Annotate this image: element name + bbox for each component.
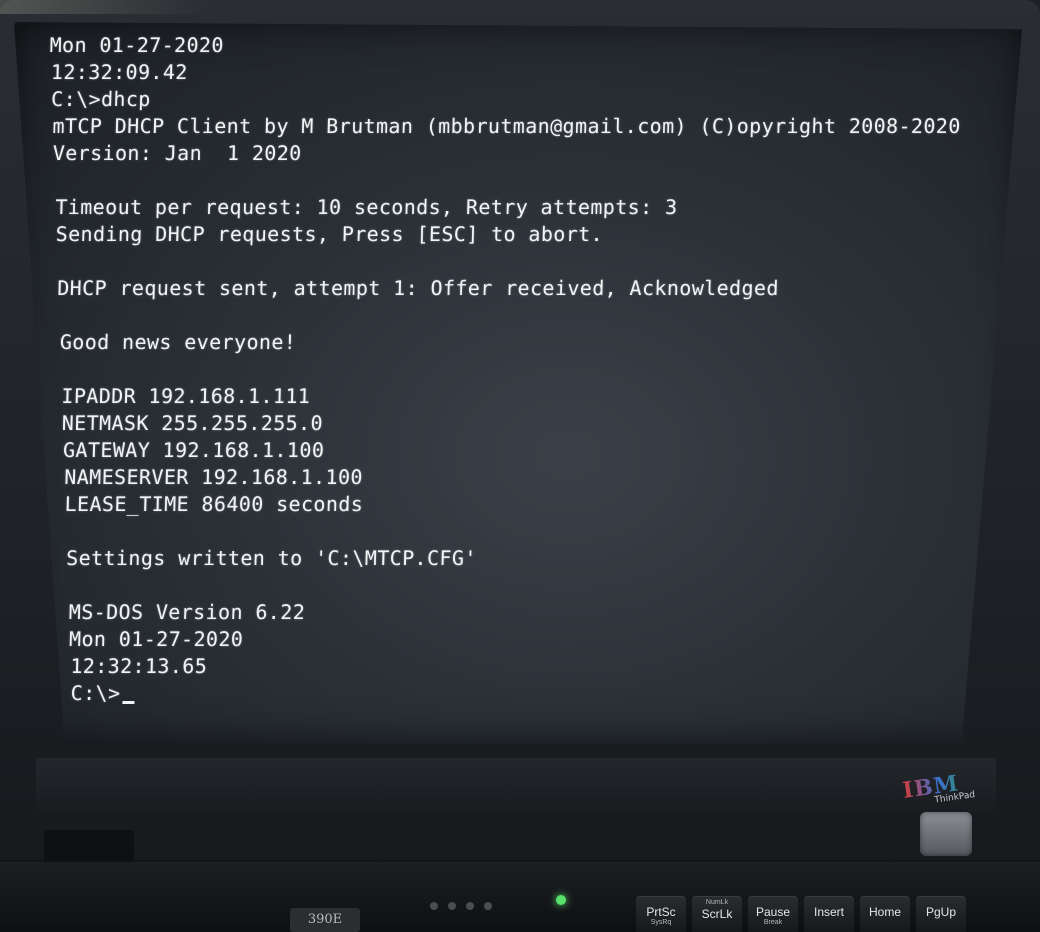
status-led	[448, 902, 456, 910]
model-badge: 390E	[290, 908, 360, 932]
key-prtsc[interactable]: PrtSc SysRq	[636, 896, 686, 932]
terminal-line: IPADDR 192.168.1.111	[61, 384, 311, 408]
terminal-line: Timeout per request: 10 seconds, Retry a…	[55, 195, 678, 219]
terminal-line: Mon 01-27-2020	[49, 33, 225, 57]
terminal-line: 12:32:13.65	[70, 654, 208, 678]
power-led	[556, 895, 566, 905]
key-secondary-label: SysRq	[650, 919, 672, 926]
terminal-line: C:\>dhcp	[50, 87, 152, 111]
terminal-line: NETMASK 255.255.255.0	[61, 411, 324, 435]
key-pgup[interactable]: PgUp	[916, 896, 966, 932]
key-label: Insert	[813, 905, 844, 919]
key-pause[interactable]: Pause Break	[748, 896, 798, 932]
terminal-line: Settings written to 'C:\MTCP.CFG'	[65, 546, 478, 570]
key-label: PrtSc	[646, 905, 676, 919]
key-secondary-label: Break	[763, 919, 783, 926]
text-cursor	[122, 701, 135, 704]
dos-terminal-output: Mon 01-27-2020 12:32:09.42 C:\>dhcp mTCP DH…	[32, 32, 962, 707]
lower-bezel	[36, 758, 996, 812]
terminal-line: NAMESERVER 192.168.1.100	[64, 465, 364, 489]
terminal-line: Sending DHCP requests, Press [ESC] to ab…	[55, 222, 604, 246]
terminal-line: 12:32:09.42	[50, 60, 189, 84]
key-label: Home	[868, 905, 901, 919]
terminal-line: C:\>	[32, 680, 913, 707]
key-secondary-label: NumLk	[705, 899, 729, 906]
status-led	[430, 902, 438, 910]
key-home[interactable]: Home	[860, 896, 910, 932]
status-indicator-leds	[430, 902, 492, 910]
bezel-edge-highlight	[0, 0, 210, 14]
terminal-line: Version: Jan 1 2020	[52, 141, 302, 165]
keyboard-top-row: PrtSc SysRq NumLk ScrLk Pause Break Insert Home…	[636, 896, 966, 932]
terminal-line: Good news everyone!	[59, 330, 297, 354]
terminal-line: mTCP DHCP Client by M Brutman (mbbrutman…	[52, 114, 962, 138]
status-led	[466, 902, 474, 910]
key-scrlk[interactable]: NumLk ScrLk	[692, 896, 742, 932]
key-insert[interactable]: Insert	[804, 896, 854, 932]
terminal-line: DHCP request sent, attempt 1: Offer rece…	[56, 276, 780, 300]
key-label: ScrLk	[701, 907, 733, 921]
terminal-line: GATEWAY 192.168.1.100	[62, 438, 325, 462]
terminal-line: LEASE_TIME 86400 seconds	[64, 492, 364, 516]
terminal-line: Mon 01-27-2020	[68, 627, 244, 651]
laptop-photo: Mon 01-27-2020 12:32:09.42 C:\>dhcp mTCP DH…	[0, 0, 1040, 932]
right-hinge	[920, 812, 972, 856]
status-led	[484, 902, 492, 910]
key-label: PgUp	[925, 905, 957, 919]
terminal-line: MS-DOS Version 6.22	[68, 600, 306, 624]
key-label: Pause	[755, 905, 791, 919]
